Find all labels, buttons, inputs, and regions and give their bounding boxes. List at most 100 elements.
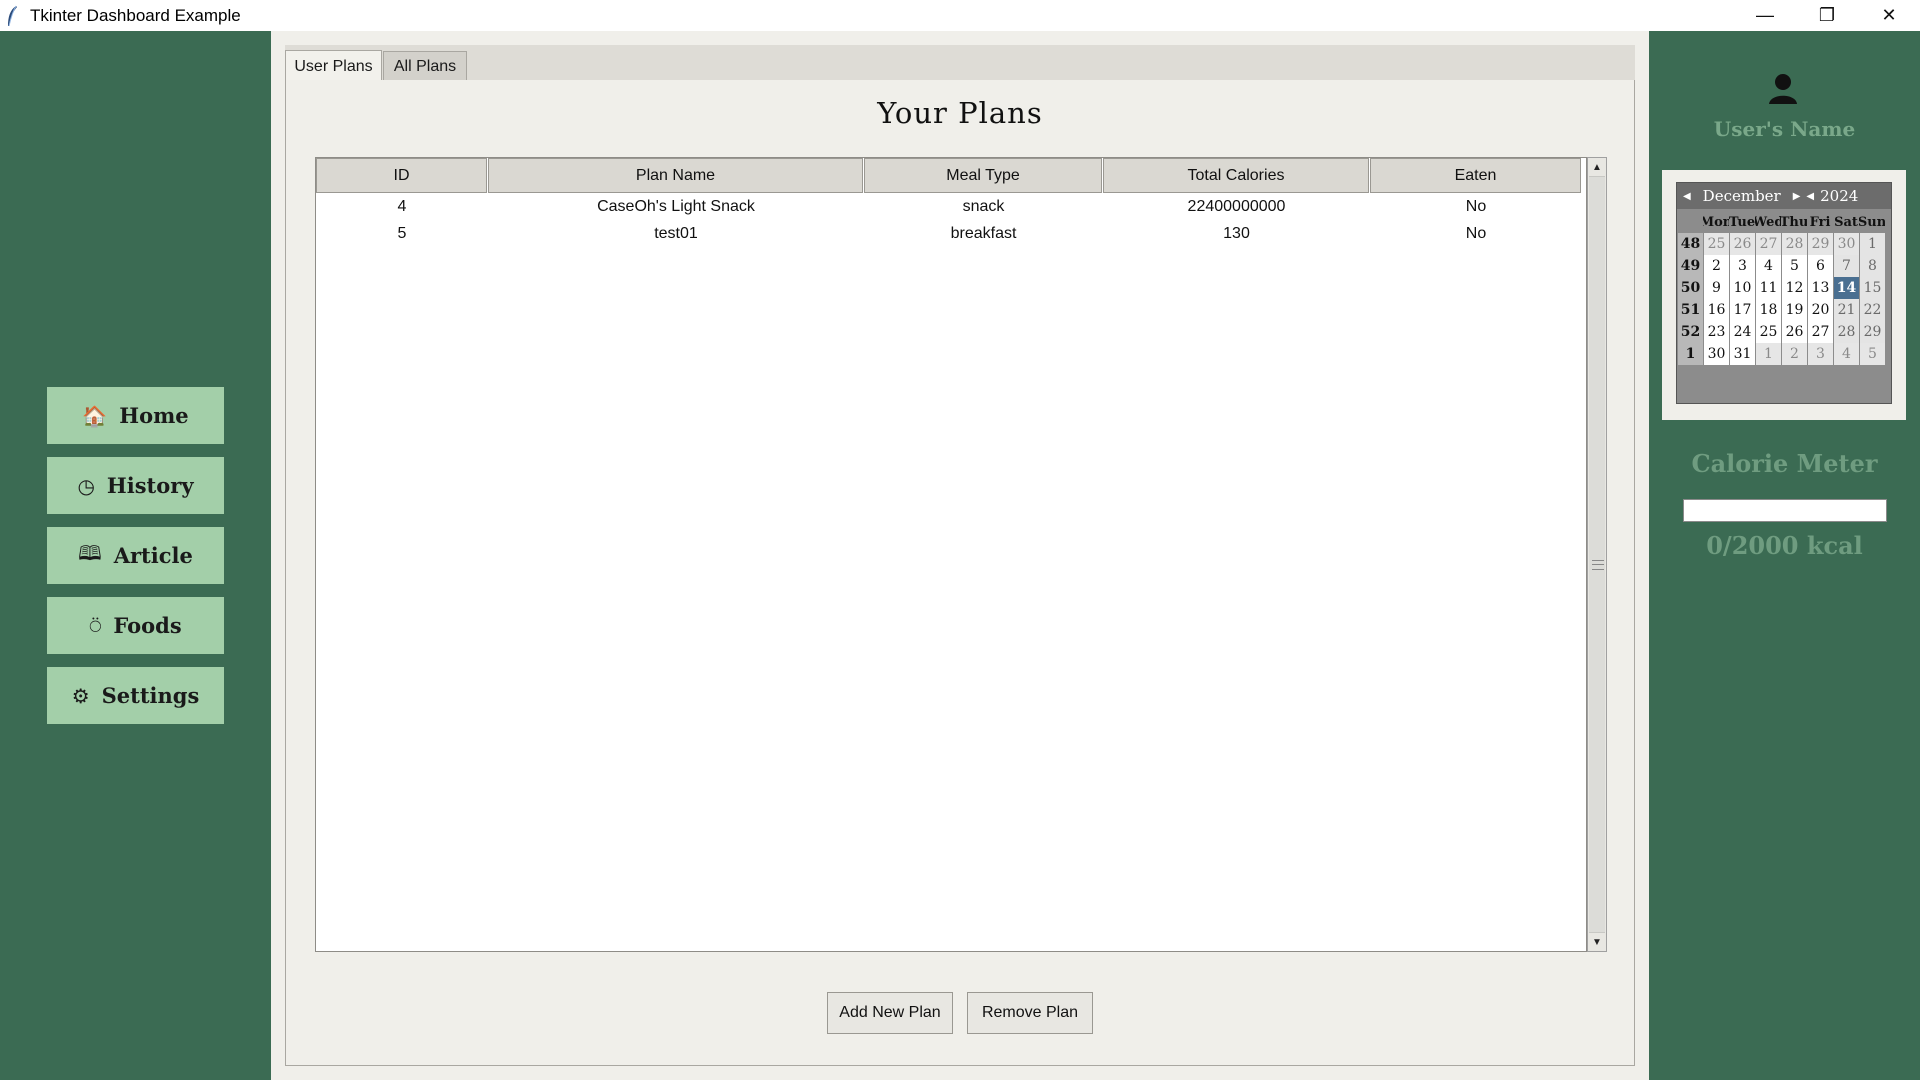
home-icon: 🏠 <box>82 403 108 428</box>
calendar-day[interactable]: 21 <box>1834 299 1859 321</box>
calendar-day[interactable]: 10 <box>1730 277 1755 299</box>
calendar-day[interactable]: 4 <box>1834 343 1859 365</box>
clock-icon: ◷ <box>77 473 95 498</box>
next-month-icon[interactable]: ▶ <box>1793 191 1801 202</box>
close-button[interactable]: ✕ <box>1858 0 1920 31</box>
calendar-day[interactable]: 18 <box>1756 299 1781 321</box>
remove-plan-button[interactable]: Remove Plan <box>967 992 1093 1034</box>
calorie-progress-bar <box>1683 499 1887 522</box>
weekday-label: Wed <box>1755 214 1781 230</box>
calendar-day[interactable]: 3 <box>1730 255 1755 277</box>
calendar-day[interactable]: 26 <box>1730 233 1755 255</box>
calendar-day[interactable]: 20 <box>1808 299 1833 321</box>
calendar[interactable]: ◀ December ▶ ◀ 2024 Mon Tue Wed Thu Fri Sat Su… <box>1676 182 1892 404</box>
table-row[interactable]: 5 test01 breakfast 130 No <box>316 220 1586 247</box>
nav-settings-label: Settings <box>101 683 200 708</box>
calendar-day[interactable]: 3 <box>1808 343 1833 365</box>
add-new-plan-button[interactable]: Add New Plan <box>827 992 953 1034</box>
calendar-day[interactable]: 30 <box>1704 343 1729 365</box>
scroll-down-arrow-icon[interactable]: ▼ <box>1588 933 1606 951</box>
prev-month-icon[interactable]: ◀ <box>1683 191 1691 202</box>
cell-total-calories: 130 <box>1223 224 1250 242</box>
nav-article-button[interactable]: 🕮 Article <box>47 527 224 584</box>
calendar-week-row: 52 23 24 25 26 27 28 29 <box>1678 321 1886 343</box>
calendar-day[interactable]: 4 <box>1756 255 1781 277</box>
scrollbar-thumb[interactable] <box>1589 176 1605 933</box>
calendar-week-row: 49 2 3 4 5 6 7 8 <box>1678 255 1886 277</box>
calendar-year: 2024 <box>1820 187 1859 205</box>
calendar-day[interactable]: 11 <box>1756 277 1781 299</box>
calendar-day[interactable]: 27 <box>1808 321 1833 343</box>
column-header-meal-type[interactable]: Meal Type <box>864 158 1102 193</box>
column-header-eaten[interactable]: Eaten <box>1370 158 1581 193</box>
calendar-day-selected[interactable]: 14 <box>1834 277 1859 299</box>
cell-plan-name: test01 <box>654 224 698 242</box>
calendar-day[interactable]: 15 <box>1860 277 1885 299</box>
maximize-button[interactable]: ❐ <box>1796 0 1858 31</box>
calendar-day[interactable]: 25 <box>1756 321 1781 343</box>
scroll-up-arrow-icon[interactable]: ▲ <box>1588 158 1606 176</box>
calendar-day[interactable]: 27 <box>1756 233 1781 255</box>
calendar-day[interactable]: 28 <box>1834 321 1859 343</box>
calendar-day[interactable]: 5 <box>1782 255 1807 277</box>
calendar-day[interactable]: 1 <box>1860 233 1885 255</box>
column-header-plan-name[interactable]: Plan Name <box>488 158 863 193</box>
cell-eaten: No <box>1465 197 1487 215</box>
prev-year-icon[interactable]: ◀ <box>1806 191 1814 202</box>
tab-all-plans[interactable]: All Plans <box>383 51 467 82</box>
calendar-day[interactable]: 13 <box>1808 277 1833 299</box>
nav-settings-button[interactable]: ⚙ Settings <box>47 667 224 724</box>
calendar-day[interactable]: 8 <box>1860 255 1885 277</box>
calendar-frame: ◀ December ▶ ◀ 2024 Mon Tue Wed Thu Fri Sat Su… <box>1662 170 1906 420</box>
calendar-day[interactable]: 6 <box>1808 255 1833 277</box>
calendar-day[interactable]: 25 <box>1704 233 1729 255</box>
calendar-day[interactable]: 9 <box>1704 277 1729 299</box>
weekday-label: Sun <box>1859 214 1885 230</box>
nav-foods-button[interactable]: ⍥ Foods <box>47 597 224 654</box>
table-row[interactable]: 4 CaseOh's Light Snack snack 22400000000… <box>316 193 1586 220</box>
tk-feather-icon <box>8 5 17 26</box>
table-scrollbar[interactable]: ▲ ▼ <box>1587 157 1607 952</box>
calendar-day[interactable]: 16 <box>1704 299 1729 321</box>
nav-history-label: History <box>106 473 194 498</box>
nav-foods-label: Foods <box>113 613 182 638</box>
calendar-day[interactable]: 17 <box>1730 299 1755 321</box>
nav-article-label: Article <box>113 543 193 568</box>
calendar-week-row: 48 25 26 27 28 29 30 1 <box>1678 233 1886 255</box>
calendar-day[interactable]: 5 <box>1860 343 1885 365</box>
week-number: 49 <box>1678 255 1703 277</box>
calendar-day[interactable]: 24 <box>1730 321 1755 343</box>
cell-meal-type: breakfast <box>950 224 1017 242</box>
calendar-day[interactable]: 31 <box>1730 343 1755 365</box>
plans-table[interactable]: ID Plan Name Meal Type Total Calories Ea… <box>315 157 1587 952</box>
calendar-day[interactable]: 28 <box>1782 233 1807 255</box>
calendar-day[interactable]: 29 <box>1860 321 1885 343</box>
calendar-day[interactable]: 2 <box>1704 255 1729 277</box>
column-header-id[interactable]: ID <box>316 158 487 193</box>
calendar-day[interactable]: 2 <box>1782 343 1807 365</box>
calendar-week-row: 1 30 31 1 2 3 4 5 <box>1678 343 1886 365</box>
calendar-month: December <box>1702 187 1781 205</box>
drumstick-icon: ⍥ <box>89 613 102 638</box>
calendar-day[interactable]: 22 <box>1860 299 1885 321</box>
calendar-day[interactable]: 7 <box>1834 255 1859 277</box>
calendar-day[interactable]: 30 <box>1834 233 1859 255</box>
calendar-day[interactable]: 26 <box>1782 321 1807 343</box>
tab-user-plans[interactable]: User Plans <box>285 50 382 82</box>
sidebar: 🏠 Home ◷ History 🕮 Article ⍥ Foods ⚙ Set… <box>0 31 271 1080</box>
calendar-day[interactable]: 23 <box>1704 321 1729 343</box>
cell-meal-type: snack <box>962 197 1005 215</box>
calendar-day[interactable]: 12 <box>1782 277 1807 299</box>
calendar-week-row: 51 16 17 18 19 20 21 22 <box>1678 299 1886 321</box>
calorie-value: 0/2000 kcal <box>1706 531 1863 560</box>
calendar-day[interactable]: 1 <box>1756 343 1781 365</box>
calendar-day[interactable]: 19 <box>1782 299 1807 321</box>
nav-history-button[interactable]: ◷ History <box>47 457 224 514</box>
nav-home-button[interactable]: 🏠 Home <box>47 387 224 444</box>
minimize-button[interactable]: — <box>1734 0 1796 31</box>
weekday-label: Tue <box>1729 214 1755 230</box>
calendar-day[interactable]: 29 <box>1808 233 1833 255</box>
column-header-total-calories[interactable]: Total Calories <box>1103 158 1369 193</box>
book-icon: 🕮 <box>78 540 102 565</box>
weekday-label: Sat <box>1834 214 1858 230</box>
